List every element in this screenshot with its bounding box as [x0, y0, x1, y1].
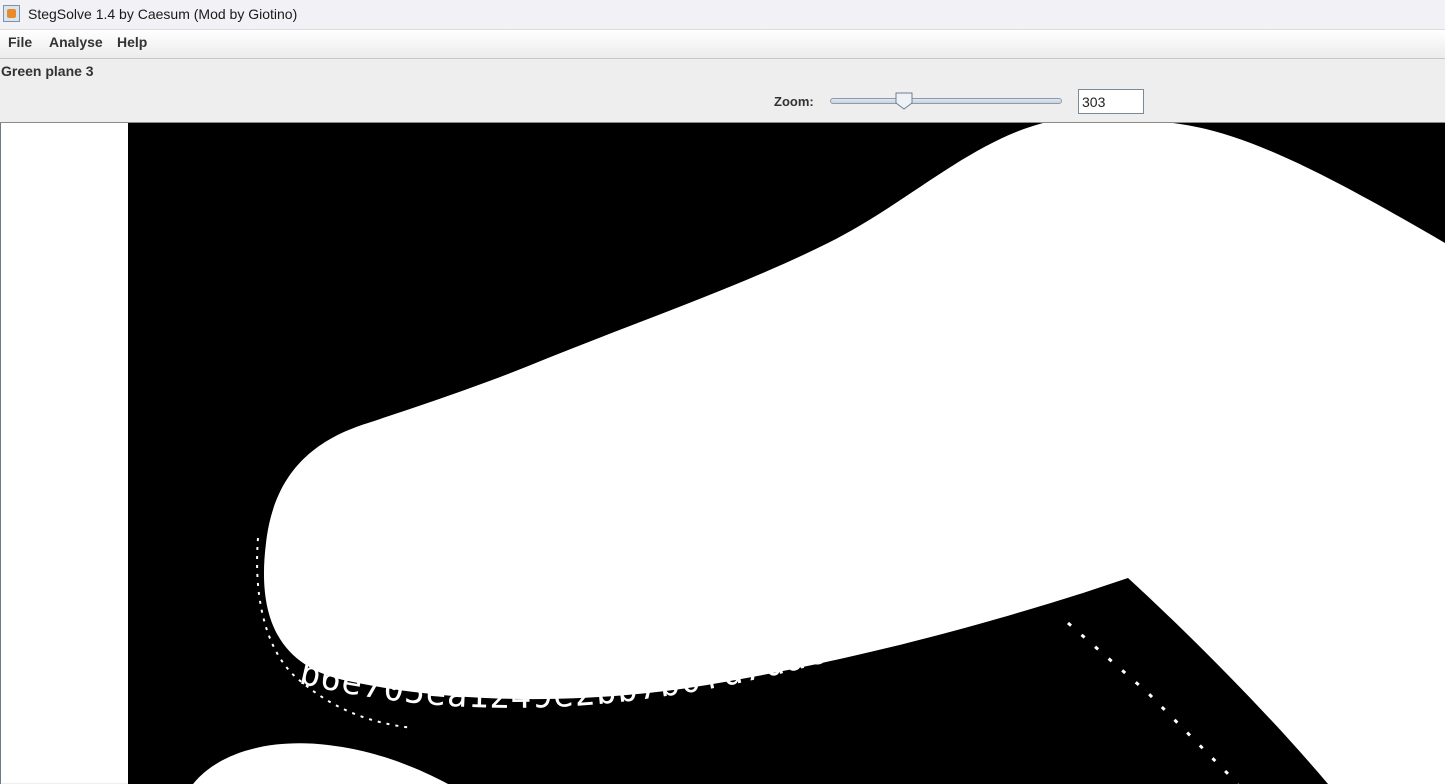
bit-plane-render: b6e705ea1249e2bb7b0fd7dac9fc0fe	[128, 123, 1445, 784]
menu-help[interactable]: Help	[115, 34, 149, 50]
plane-label: Green plane 3	[1, 63, 94, 79]
menu-bar: File Analyse Help	[0, 30, 1445, 59]
menu-analyse[interactable]: Analyse	[47, 34, 105, 50]
window-title: StegSolve 1.4 by Caesum (Mod by Giotino)	[28, 6, 298, 22]
zoom-slider-track[interactable]	[830, 98, 1062, 104]
menu-file[interactable]: File	[6, 34, 34, 50]
bit-plane-image: b6e705ea1249e2bb7b0fd7dac9fc0fe	[128, 123, 1445, 784]
java-cup-icon	[3, 5, 20, 22]
zoom-slider[interactable]	[830, 92, 1062, 112]
zoom-label: Zoom:	[774, 94, 814, 109]
zoom-value-input[interactable]	[1078, 89, 1144, 114]
image-display-panel: b6e705ea1249e2bb7b0fd7dac9fc0fe	[0, 122, 1445, 784]
zoom-slider-thumb[interactable]	[894, 92, 914, 110]
title-bar: StegSolve 1.4 by Caesum (Mod by Giotino)	[0, 0, 1445, 30]
